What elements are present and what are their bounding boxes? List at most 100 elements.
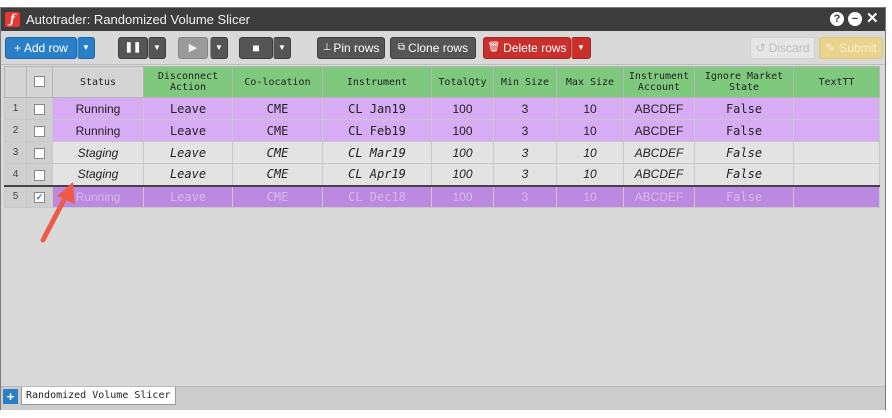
max-size-cell[interactable]: 10 xyxy=(556,97,624,120)
submit-button[interactable]: ✎ Submit xyxy=(819,37,883,59)
pause-dropdown-button[interactable]: ▼ xyxy=(148,37,166,59)
min-size-cell[interactable]: 3 xyxy=(493,141,557,164)
disconnect-action-cell[interactable]: Leave xyxy=(143,141,233,164)
start-dropdown-button[interactable]: ▼ xyxy=(210,37,228,59)
row-checkbox[interactable] xyxy=(34,125,45,137)
max-size-cell[interactable]: 10 xyxy=(556,141,624,164)
stop-dropdown-button[interactable]: ▼ xyxy=(273,37,291,59)
co-location-cell[interactable]: CME xyxy=(232,141,323,164)
column-header-ignore-market-state[interactable]: Ignore Market State xyxy=(694,66,794,98)
instrument-account-cell[interactable]: ABCDEF xyxy=(623,119,695,142)
instrument-account-cell[interactable]: ABCDEF xyxy=(623,163,695,186)
texttt-cell[interactable] xyxy=(793,141,880,164)
instrument-cell[interactable]: CL Dec18 xyxy=(322,184,432,208)
table-row[interactable]: 5 ✓ Running Leave CME CL Dec18 100 3 10 … xyxy=(4,184,880,208)
help-icon[interactable]: ? xyxy=(830,12,844,26)
max-size-cell[interactable]: 10 xyxy=(556,119,624,142)
select-all-checkbox[interactable] xyxy=(34,76,45,88)
row-checkbox[interactable] xyxy=(34,103,45,115)
totalqty-cell[interactable]: 100 xyxy=(431,119,494,142)
min-size-cell[interactable]: 3 xyxy=(493,119,557,142)
co-location-cell[interactable]: CME xyxy=(232,119,323,142)
max-size-cell[interactable]: 10 xyxy=(556,184,624,208)
pause-button[interactable]: ❚❚ xyxy=(118,37,148,59)
order-grid: Status Disconnect Action Co-location Ins… xyxy=(4,66,882,208)
instrument-cell[interactable]: CL Apr19 xyxy=(322,163,432,186)
row-select-cell[interactable] xyxy=(26,141,53,164)
pin-rows-button[interactable]: ⊥ Pin rows xyxy=(317,37,385,59)
chevron-down-icon: ▼ xyxy=(577,43,585,52)
submit-label: Submit xyxy=(839,41,877,55)
delete-rows-button[interactable]: 🗑 Delete rows xyxy=(483,37,571,59)
status-cell[interactable]: Running xyxy=(52,119,144,142)
totalqty-cell[interactable]: 100 xyxy=(431,163,494,186)
disconnect-action-cell[interactable]: Leave xyxy=(143,163,233,186)
close-icon[interactable]: ✕ xyxy=(866,10,879,28)
table-row[interactable]: 4 Staging Leave CME CL Apr19 100 3 10 AB… xyxy=(4,163,880,186)
delete-rows-dropdown-button[interactable]: ▼ xyxy=(571,37,591,59)
co-location-cell[interactable]: CME xyxy=(232,97,323,120)
instrument-cell[interactable]: CL Feb19 xyxy=(322,119,432,142)
max-size-cell[interactable]: 10 xyxy=(556,163,624,186)
add-row-button[interactable]: + Add row xyxy=(5,37,77,59)
status-cell[interactable]: Running xyxy=(52,97,144,120)
stop-button[interactable]: ■ xyxy=(239,37,273,59)
co-location-cell[interactable]: CME xyxy=(232,163,323,186)
texttt-cell[interactable] xyxy=(793,184,880,208)
instrument-account-cell[interactable]: ABCDEF xyxy=(623,141,695,164)
title-bar[interactable]: ƒ Autotrader: Randomized Volume Slicer ?… xyxy=(1,8,885,31)
column-header-status[interactable]: Status xyxy=(52,66,144,98)
ignore-market-state-cell[interactable]: False xyxy=(694,119,794,142)
table-row[interactable]: 1 Running Leave CME CL Jan19 100 3 10 AB… xyxy=(4,97,880,120)
min-size-cell[interactable]: 3 xyxy=(493,184,557,208)
discard-label: Discard xyxy=(768,41,810,55)
column-header-instrument[interactable]: Instrument xyxy=(322,66,432,98)
disconnect-action-cell[interactable]: Leave xyxy=(143,119,233,142)
column-header-max-size[interactable]: Max Size xyxy=(556,66,624,98)
texttt-cell[interactable] xyxy=(793,97,880,120)
instrument-cell[interactable]: CL Jan19 xyxy=(322,97,432,120)
column-header-texttt[interactable]: TextTT xyxy=(793,66,880,98)
ignore-market-state-cell[interactable]: False xyxy=(694,184,794,208)
column-header-co-location[interactable]: Co-location xyxy=(232,66,323,98)
row-select-cell[interactable] xyxy=(26,119,53,142)
instrument-account-cell[interactable]: ABCDEF xyxy=(623,184,695,208)
start-button[interactable]: ▶ xyxy=(178,37,208,59)
texttt-cell[interactable] xyxy=(793,163,880,186)
status-cell[interactable]: Staging xyxy=(52,141,144,164)
table-row[interactable]: 3 Staging Leave CME CL Mar19 100 3 10 AB… xyxy=(4,141,880,164)
row-checkbox[interactable] xyxy=(34,169,45,181)
texttt-cell[interactable] xyxy=(793,119,880,142)
play-icon: ▶ xyxy=(188,42,198,54)
select-all-header[interactable] xyxy=(26,66,53,98)
column-header-disconnect-action[interactable]: Disconnect Action xyxy=(143,66,233,98)
totalqty-cell[interactable]: 100 xyxy=(431,184,494,208)
add-row-dropdown-button[interactable]: ▼ xyxy=(77,37,95,59)
disconnect-action-cell[interactable]: Leave xyxy=(143,97,233,120)
tt-logo-icon: ƒ xyxy=(5,12,20,27)
instrument-cell[interactable]: CL Mar19 xyxy=(322,141,432,164)
min-size-cell[interactable]: 3 xyxy=(493,97,557,120)
trash-icon: 🗑 xyxy=(487,42,501,53)
column-header-min-size[interactable]: Min Size xyxy=(493,66,557,98)
totalqty-cell[interactable]: 100 xyxy=(431,97,494,120)
co-location-cell[interactable]: CME xyxy=(232,184,323,208)
ignore-market-state-cell[interactable]: False xyxy=(694,97,794,120)
column-header-totalqty[interactable]: TotalQty xyxy=(431,66,494,98)
discard-button[interactable]: ↺ Discard xyxy=(750,37,815,59)
instrument-account-cell[interactable]: ABCDEF xyxy=(623,97,695,120)
tab-randomized-volume-slicer[interactable]: Randomized Volume Slicer xyxy=(21,387,176,405)
table-row[interactable]: 2 Running Leave CME CL Feb19 100 3 10 AB… xyxy=(4,119,880,142)
column-header-instrument-account[interactable]: Instrument Account xyxy=(623,66,695,98)
ignore-market-state-cell[interactable]: False xyxy=(694,163,794,186)
disconnect-action-cell[interactable]: Leave xyxy=(143,184,233,208)
add-tab-icon[interactable]: + xyxy=(3,389,18,404)
ignore-market-state-cell[interactable]: False xyxy=(694,141,794,164)
chevron-down-icon: ▼ xyxy=(278,43,286,52)
clone-rows-button[interactable]: ⧉ Clone rows xyxy=(390,37,476,59)
row-select-cell[interactable] xyxy=(26,97,53,120)
row-checkbox[interactable] xyxy=(34,147,45,159)
min-size-cell[interactable]: 3 xyxy=(493,163,557,186)
minimize-icon[interactable]: − xyxy=(848,12,862,26)
totalqty-cell[interactable]: 100 xyxy=(431,141,494,164)
